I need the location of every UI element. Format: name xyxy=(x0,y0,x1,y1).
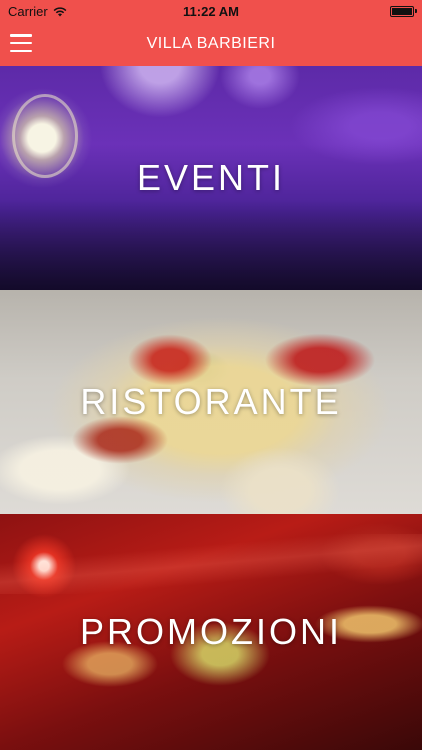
wifi-icon xyxy=(53,6,67,16)
crowd-silhouette xyxy=(0,200,422,290)
light-beam xyxy=(0,534,422,594)
menu-line xyxy=(10,34,32,37)
panel-label-ristorante: RISTORANTE xyxy=(80,381,342,422)
status-left: Carrier xyxy=(8,4,67,19)
menu-line xyxy=(10,49,32,52)
panel-promozioni[interactable]: PROMOZIONI xyxy=(0,514,422,750)
status-bar: Carrier 11:22 AM xyxy=(0,0,422,22)
battery-fill xyxy=(392,7,412,15)
panel-label-eventi: EVENTI xyxy=(136,157,286,198)
hamburger-menu-button[interactable] xyxy=(10,34,32,52)
menu-line xyxy=(10,41,32,45)
battery-icon xyxy=(390,5,417,17)
carrier-label: Carrier xyxy=(8,3,48,19)
panel-eventi[interactable]: EVENTI xyxy=(0,66,422,290)
stage-fan-light xyxy=(12,94,78,178)
panel-label-promozioni: PROMOZIONI xyxy=(80,611,342,652)
page-title: VILLA BARBIERI xyxy=(146,35,276,52)
nav-bar: VILLA BARBIERI xyxy=(0,22,422,66)
panel-ristorante[interactable]: RISTORANTE xyxy=(0,290,422,514)
